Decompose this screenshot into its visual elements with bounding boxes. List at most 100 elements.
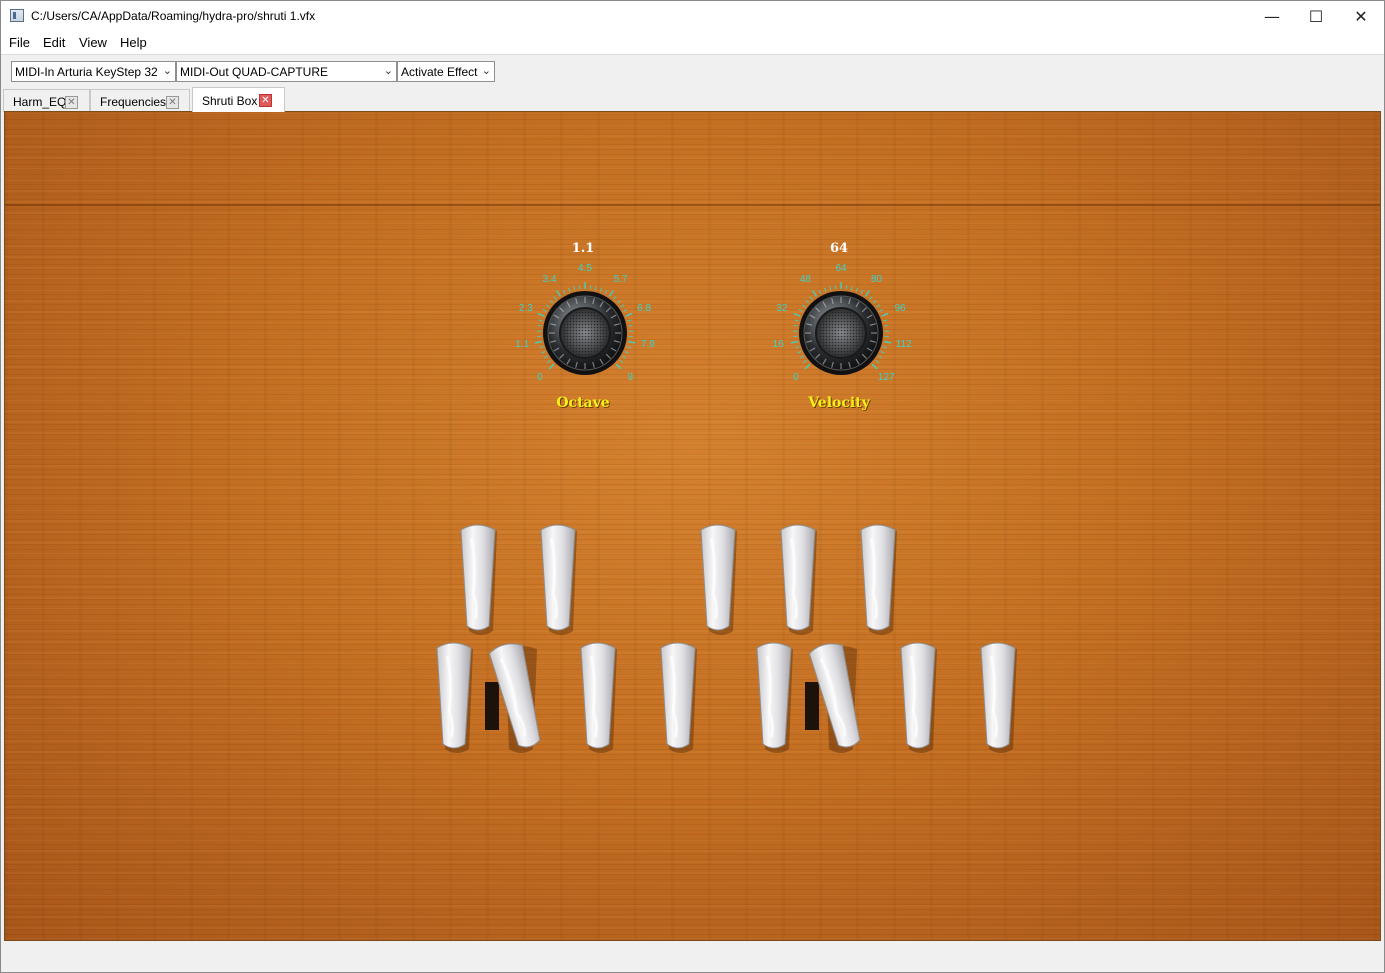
shruti-key-lower-5[interactable] (805, 642, 865, 754)
knob-mesh-dots (562, 310, 608, 356)
shruti-key-lower-4[interactable] (753, 642, 813, 754)
octave-value: 1.1 (571, 241, 595, 256)
knob-tick (876, 304, 881, 308)
knob-tick (823, 287, 827, 292)
velocity-label: Velocity (808, 395, 870, 411)
menu-edit[interactable]: Edit (43, 35, 65, 50)
shruti-key-upper-1[interactable] (537, 524, 597, 636)
knob-tick (573, 286, 576, 291)
window-title: C:/Users/CA/AppData/Roaming/hydra-pro/sh… (31, 9, 316, 23)
menu-view[interactable]: View (79, 35, 107, 50)
knob-tick (556, 290, 562, 297)
knob-tick (864, 290, 870, 297)
knob-tick (553, 296, 557, 300)
tab-harm-eq[interactable]: Harm_EQ ✕ (3, 89, 90, 112)
shruti-key-lower-0[interactable] (433, 642, 493, 754)
knob-tick (798, 309, 803, 312)
app-window: C:/Users/CA/AppData/Roaming/hydra-pro/sh… (0, 0, 1385, 973)
knob-tick (795, 346, 800, 349)
maximize-button[interactable]: ☐ (1293, 1, 1339, 32)
key-body (660, 642, 696, 749)
key-body (860, 524, 896, 631)
knob-tick-label: 0 (536, 372, 543, 384)
knob-tick (537, 312, 545, 317)
close-icon[interactable]: ✕ (65, 96, 78, 109)
wood-seam (5, 204, 1380, 206)
knob-tick-label: 16 (772, 339, 784, 351)
knob-tick-label: 127 (877, 372, 895, 384)
knob-tick (617, 300, 621, 304)
key-body (756, 642, 792, 749)
knob-tick (875, 359, 879, 364)
menu-file[interactable]: File (9, 35, 30, 50)
knob-tick (538, 319, 543, 322)
knob-tick (608, 290, 614, 297)
tab-shruti-box[interactable]: Shruti Box ✕ (192, 87, 285, 112)
midi-out-value: MIDI-Out QUAD-CAPTURE (180, 65, 329, 79)
menu-bar: File Edit View Help (1, 32, 1384, 54)
status-bar (1, 942, 1384, 972)
midi-in-select[interactable]: MIDI-In Arturia KeyStep 32 ⌄ (11, 61, 176, 82)
menu-help[interactable]: Help (120, 35, 147, 50)
shruti-key-lower-7[interactable] (977, 642, 1037, 754)
knob-tick-label: 96 (894, 302, 906, 314)
knob-tick (562, 290, 566, 295)
tab-label: Frequencies (100, 95, 167, 109)
knob-tick (545, 304, 550, 308)
effect-select[interactable]: Activate Effect ⌄ (397, 61, 495, 82)
knob-tick-label: 9 (627, 372, 634, 384)
shruti-key-upper-0[interactable] (457, 524, 517, 636)
shruti-key-lower-2[interactable] (577, 642, 637, 754)
close-icon[interactable]: ✕ (259, 94, 272, 107)
knob-tick (801, 304, 806, 308)
app-icon (10, 9, 24, 22)
key-body (900, 642, 936, 749)
knob-tick (543, 355, 548, 359)
knob-tick (809, 296, 813, 300)
knob-tick (873, 300, 877, 304)
knob-tick (625, 312, 633, 317)
velocity-value: 64 (829, 241, 849, 256)
midi-out-select[interactable]: MIDI-Out QUAD-CAPTURE ⌄ (176, 61, 397, 82)
knob-tick (628, 325, 633, 327)
knob-tick-label: 0 (792, 372, 799, 384)
knob-tick (622, 355, 627, 359)
tab-frequencies[interactable]: Frequencies ✕ (90, 89, 190, 112)
effect-value: Activate Effect (401, 65, 478, 79)
knob-tick (537, 325, 542, 327)
shruti-key-lower-1[interactable] (485, 642, 545, 754)
close-icon[interactable]: ✕ (166, 96, 179, 109)
shruti-key-upper-4[interactable] (857, 524, 917, 636)
knob-tick (604, 290, 608, 295)
minimize-button[interactable]: — (1249, 1, 1295, 32)
key-body (780, 524, 816, 631)
knob-tick (881, 312, 889, 317)
knob-tick (869, 296, 873, 300)
shruti-box-panel: 1.1 0 1.1 2.3 3.4 4.5 5.7 6.8 7.9 9 Octave 64 0 1… (4, 111, 1381, 941)
knob-tick (793, 312, 801, 317)
key-body (980, 642, 1016, 749)
knob-tick (541, 351, 546, 354)
knob-tick (539, 346, 544, 349)
knob-tick (626, 346, 631, 349)
close-button[interactable]: ✕ (1338, 1, 1384, 32)
knob-tick (615, 363, 622, 370)
knob-tick-label: 4.5 (578, 263, 592, 274)
octave-label: Octave (556, 395, 610, 411)
knob-tick (818, 290, 822, 295)
toolbar: MIDI-In Arturia KeyStep 32 ⌄ MIDI-Out QU… (1, 54, 1384, 86)
knob-tick (799, 355, 804, 359)
shruti-key-lower-6[interactable] (897, 642, 957, 754)
shruti-key-lower-3[interactable] (657, 642, 717, 754)
knob-tick (871, 363, 878, 370)
shruti-key-upper-3[interactable] (777, 524, 837, 636)
knob-tick-label: 32 (776, 302, 788, 314)
knob-tick (619, 359, 623, 364)
shruti-key-upper-2[interactable] (697, 524, 757, 636)
tab-bar: Harm_EQ ✕ Frequencies ✕ Shruti Box ✕ (1, 86, 1384, 112)
knob-tick (855, 287, 859, 292)
tab-label: Harm_EQ (13, 95, 67, 109)
knob-tick (860, 290, 864, 295)
knob-tick-label: 80 (870, 273, 883, 285)
key-body (540, 524, 576, 631)
